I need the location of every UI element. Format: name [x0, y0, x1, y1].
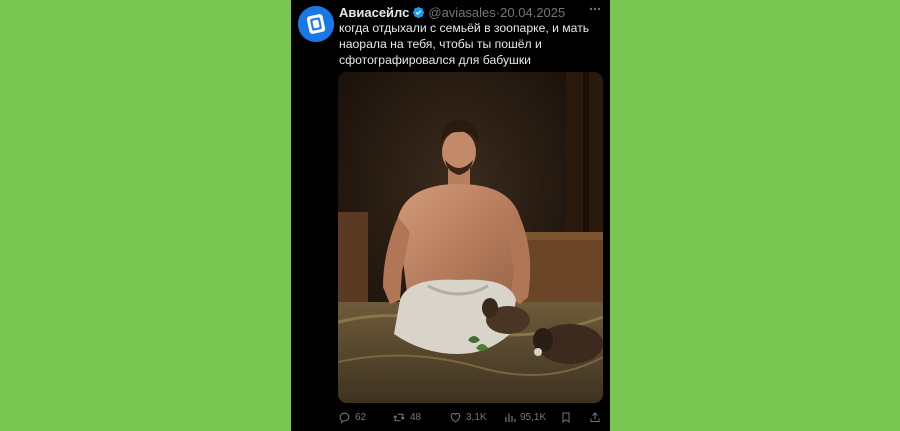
retweet-count: 48 [410, 411, 422, 423]
retweet-button[interactable]: 48 [392, 409, 421, 425]
like-count: 3,1K [466, 411, 487, 423]
views-count: 95,1K [520, 411, 547, 423]
display-name[interactable]: Авиасейлс [339, 5, 409, 20]
more-horizontal-icon[interactable] [588, 2, 602, 16]
share-button[interactable] [589, 409, 605, 425]
views-button[interactable]: 95,1K [504, 409, 546, 425]
verified-badge-icon [413, 6, 425, 18]
bookmark-icon [562, 412, 570, 423]
tweet-actions: 62 48 3,1K 95,1K [338, 409, 603, 425]
tweet-date[interactable]: 20.04.2025 [500, 5, 565, 20]
reply-count: 62 [355, 411, 367, 423]
tweet-photo[interactable] [338, 72, 603, 403]
like-button[interactable]: 3,1K [449, 409, 487, 425]
reply-button[interactable]: 62 [338, 409, 366, 425]
tweet-header: Авиасейлс @aviasales · 20.04.2025 [339, 4, 565, 20]
avatar[interactable] [298, 6, 334, 42]
tweet-card[interactable]: Авиасейлс @aviasales · 20.04.2025 когда … [291, 0, 610, 431]
views-chart-icon [505, 413, 516, 422]
aviasales-logo-icon [298, 6, 334, 42]
retweet-icon [393, 413, 405, 421]
photo-image [338, 72, 603, 403]
heart-icon [450, 412, 461, 422]
tweet-text: когда отдыхали с семьёй в зоопарке, и ма… [339, 21, 590, 67]
user-handle[interactable]: @aviasales [428, 5, 495, 20]
share-icon [590, 411, 600, 422]
bookmark-button[interactable] [560, 409, 576, 425]
reply-icon [339, 412, 350, 423]
